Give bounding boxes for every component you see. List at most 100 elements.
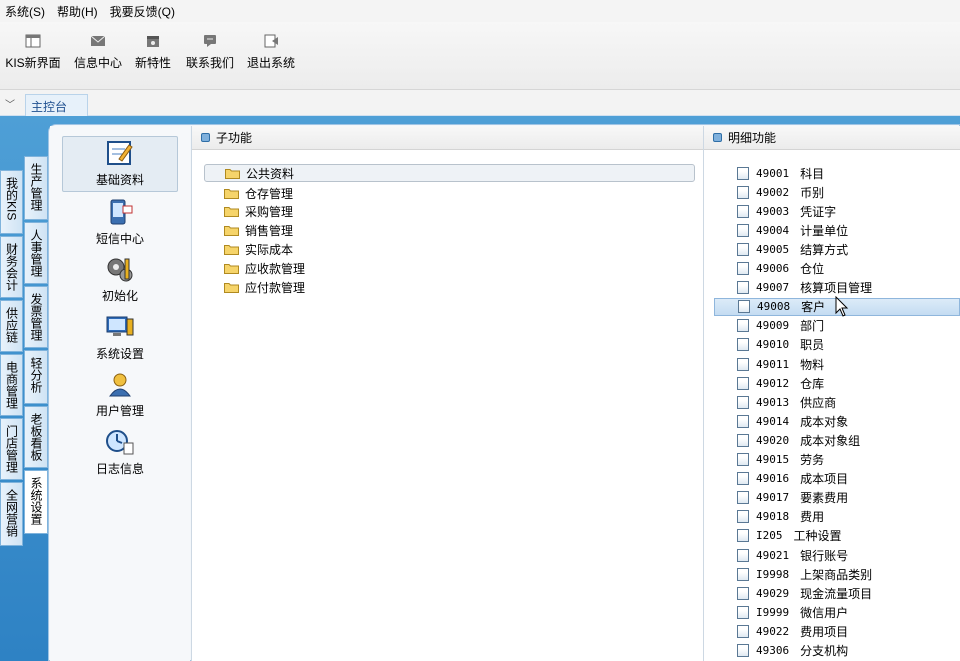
folder-icon [224,225,239,236]
detail-item[interactable]: 49001 科目 [714,164,824,182]
document-icon [737,491,749,505]
sidetab-boss-board[interactable]: 老板看板 [24,406,48,468]
contact-us-button[interactable]: 联系我们 [183,32,237,78]
subfunction-item[interactable]: 实际成本 [204,240,293,258]
detail-item[interactable]: 49002 币别 [714,183,824,201]
subfunction-item[interactable]: 仓存管理 [204,184,293,202]
module-initialize[interactable]: 初始化 [62,253,178,309]
kis-new-ui-button[interactable]: KIS新界面 [2,32,64,78]
sidetab-label: 发票管理 [29,293,43,341]
tab-main-console[interactable]: 主控台 [25,94,88,116]
detail-item[interactable]: 49006 仓位 [714,260,824,278]
module-user-management[interactable]: 用户管理 [62,368,178,424]
menu-bar: 系统(S) 帮助(H) 我要反馈(Q) [0,0,960,22]
subfunction-title: 子功能 [216,131,253,145]
subfunction-item[interactable]: 采购管理 [204,202,293,220]
detail-code: 49011 [756,357,790,371]
sidetab-production[interactable]: 生产管理 [24,156,48,220]
detail-name: 核算项目管理 [800,281,873,296]
detail-name: 要素费用 [800,491,849,506]
detail-name: 部门 [800,319,825,334]
sidetab-supply-chain[interactable]: 供应链 [0,300,23,352]
menu-feedback[interactable]: 我要反馈(Q) [105,3,182,20]
document-icon [737,242,749,256]
sidetab-analysis[interactable]: 轻分析 [24,350,48,404]
detail-item[interactable]: 49306 分支机构 [714,642,848,660]
document-icon [737,223,749,237]
detail-item[interactable]: 49013 供应商 [714,393,836,411]
sidetab-label: 生产管理 [29,163,43,211]
detail-item[interactable]: I9998 上架商品类别 [714,565,872,583]
notepad-pencil-icon [107,141,133,165]
detail-code: 49002 [756,185,790,199]
folder-icon [224,282,239,293]
detail-code: 49010 [756,338,790,352]
detail-code: 49017 [756,491,790,505]
detail-name: 成本项目 [800,472,849,487]
detail-item[interactable]: 49004 计量单位 [714,221,848,239]
detail-code: I205 [756,529,783,543]
module-sms-center[interactable]: 短信中心 [62,196,178,252]
document-icon [737,338,749,352]
tab-bar: ﹀ 主控台 [0,90,960,116]
subfunction-item[interactable]: 应付款管理 [204,278,305,296]
detail-code: 49021 [756,548,790,562]
new-features-button[interactable]: 新特性 [133,32,173,78]
sidetab-label: 电商管理 [4,361,19,409]
document-icon [737,395,749,409]
detail-item[interactable]: 49003 凭证字 [714,202,836,220]
sidetab-finance[interactable]: 财务会计 [0,236,23,298]
detail-item[interactable]: 49020 成本对象组 [714,431,860,449]
detail-item[interactable]: 49022 费用项目 [714,622,848,640]
detail-code: 49008 [757,300,791,314]
document-icon [737,453,749,466]
sidetab-ecommerce[interactable]: 电商管理 [0,354,23,416]
sidetab-invoice[interactable]: 发票管理 [24,286,48,348]
detail-item[interactable]: 49011 物料 [714,355,824,373]
subfunction-item[interactable]: 公共资料 [204,164,695,182]
detail-name: 现金流量项目 [800,586,873,601]
detail-item[interactable]: 49010 职员 [714,336,824,354]
detail-item[interactable]: 49021 银行账号 [714,546,848,564]
sidetab-system-settings[interactable]: 系统设置 [24,470,48,534]
chevron-down-icon[interactable]: ﹀ [5,96,15,111]
detail-item[interactable]: 49009 部门 [714,317,824,335]
detail-item[interactable]: 49017 要素费用 [714,489,848,507]
module-log-info[interactable]: 日志信息 [62,426,178,482]
folder-icon [224,263,239,274]
subfunction-item[interactable]: 应收款管理 [204,259,305,277]
detail-name: 成本对象组 [800,433,861,448]
sidetab-store[interactable]: 门店管理 [0,418,23,480]
document-icon [737,510,749,524]
menu-system[interactable]: 系统(S) [0,3,52,20]
detail-name: 科目 [800,166,825,181]
sidetab-my-kis[interactable]: 我的KIS [0,170,23,234]
detail-item[interactable]: 49005 结算方式 [714,240,848,258]
document-icon [737,472,749,486]
exit-system-button[interactable]: 退出系统 [244,32,298,78]
star-box-icon [147,36,159,47]
detail-code: I9998 [756,567,790,581]
subfunction-item[interactable]: 销售管理 [204,221,293,239]
document-icon [737,567,749,581]
detail-item[interactable]: 49016 成本项目 [714,470,848,488]
detail-item[interactable]: 49029 现金流量项目 [714,584,872,602]
document-icon [737,529,749,543]
detail-item[interactable]: 49007 核算项目管理 [714,279,872,297]
detail-item[interactable]: 49014 成本对象 [714,412,848,430]
sidetab-marketing[interactable]: 全网营销 [0,482,23,546]
document-icon [737,605,749,619]
sidetab-hr[interactable]: 人事管理 [24,222,48,284]
module-basic-data[interactable]: 基础资料 [62,136,178,192]
detail-item[interactable]: I205 工种设置 [714,527,842,545]
menu-help[interactable]: 帮助(H) [52,3,105,20]
detail-name: 结算方式 [800,242,849,257]
detail-code: 49006 [756,262,790,275]
detail-item[interactable]: 49018 费用 [714,508,824,526]
detail-item[interactable]: 49015 劳务 [714,451,824,469]
detail-item[interactable]: I9999 微信用户 [714,603,848,621]
detail-code: 49007 [756,281,790,295]
info-center-button[interactable]: 信息中心 [71,32,125,78]
detail-item[interactable]: 49012 仓库 [714,374,824,392]
module-system-settings[interactable]: 系统设置 [62,311,178,367]
